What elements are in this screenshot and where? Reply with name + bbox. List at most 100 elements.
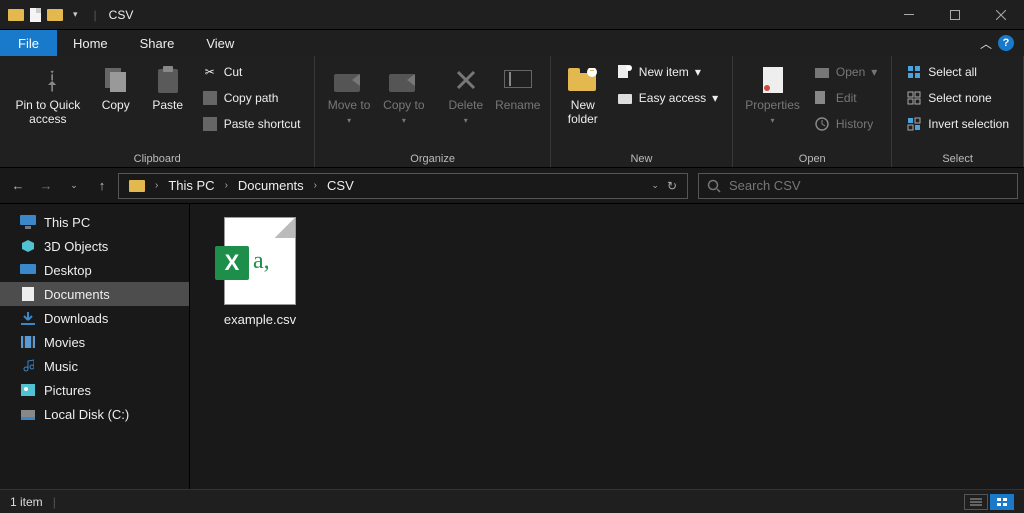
forward-button[interactable]: →: [34, 174, 58, 198]
new-item-button[interactable]: New item ▾: [611, 62, 724, 82]
breadcrumb-this-pc[interactable]: This PC: [162, 178, 220, 193]
breadcrumb-documents[interactable]: Documents: [232, 178, 310, 193]
navigation-bar: ← → ⌄ ↑ › This PC › Documents › CSV ⌄ ↻ …: [0, 168, 1024, 204]
minimize-button[interactable]: [886, 0, 932, 30]
sidebar-item-3d-objects[interactable]: 3D Objects: [0, 234, 189, 258]
breadcrumb-csv[interactable]: CSV: [321, 178, 360, 193]
new-folder-icon: [567, 64, 599, 96]
invert-selection-icon: [906, 116, 922, 132]
folder-icon: [8, 9, 24, 21]
history-icon: [814, 116, 830, 132]
back-button[interactable]: ←: [6, 174, 30, 198]
history-button[interactable]: History: [808, 114, 883, 134]
chevron-right-icon[interactable]: ›: [153, 180, 160, 191]
properties-icon: [757, 64, 789, 96]
open-button[interactable]: Open ▾: [808, 62, 883, 82]
move-to-button[interactable]: Move to ▾: [321, 60, 376, 148]
details-view-button[interactable]: [964, 494, 988, 510]
sidebar-item-desktop[interactable]: Desktop: [0, 258, 189, 282]
main-area: This PC 3D Objects Desktop Documents Dow…: [0, 204, 1024, 489]
paste-icon: [152, 64, 184, 96]
collapse-ribbon-icon[interactable]: ︿: [980, 35, 992, 52]
breadcrumb-folder-icon: [123, 180, 151, 192]
refresh-button[interactable]: ↻: [667, 179, 677, 193]
pin-icon: [32, 64, 64, 96]
sidebar-item-music[interactable]: Music: [0, 354, 189, 378]
group-new: New folder New item ▾ Easy access ▾: [551, 56, 733, 167]
chevron-right-icon[interactable]: ›: [223, 180, 230, 191]
status-bar: 1 item |: [0, 489, 1024, 513]
edit-icon: [814, 90, 830, 106]
chevron-right-icon[interactable]: ›: [312, 180, 319, 191]
paste-shortcut-button[interactable]: Paste shortcut: [196, 114, 307, 134]
edit-button[interactable]: Edit: [808, 88, 883, 108]
tab-home[interactable]: Home: [57, 30, 124, 56]
copy-path-button[interactable]: Copy path: [196, 88, 307, 108]
up-button[interactable]: ↑: [90, 174, 114, 198]
copy-path-icon: [202, 90, 218, 106]
sidebar-item-this-pc[interactable]: This PC: [0, 210, 189, 234]
copy-button[interactable]: Copy: [90, 60, 142, 148]
group-organize: Move to ▾ Copy to ▾ Delete▾ Rename: [315, 56, 550, 167]
move-to-icon: [333, 64, 365, 96]
sidebar-item-downloads[interactable]: Downloads: [0, 306, 189, 330]
open-icon: [814, 64, 830, 80]
tab-share[interactable]: Share: [124, 30, 191, 56]
document-icon: [30, 8, 41, 22]
scissors-icon: ✂: [202, 64, 218, 80]
close-button[interactable]: [978, 0, 1024, 30]
paste-shortcut-icon: [202, 116, 218, 132]
rename-button[interactable]: Rename: [492, 60, 544, 148]
copy-to-button[interactable]: Copy to ▾: [377, 60, 431, 148]
group-select: Select all Select none Invert selection …: [892, 56, 1024, 167]
properties-button[interactable]: Properties▾: [739, 60, 806, 148]
group-open: Properties▾ Open ▾ Edit: [733, 56, 892, 167]
select-all-icon: [906, 64, 922, 80]
tab-view[interactable]: View: [190, 30, 250, 56]
content-pane[interactable]: X a, example.csv: [190, 204, 1024, 489]
search-input[interactable]: Search CSV: [698, 173, 1018, 199]
item-count: 1 item: [10, 495, 43, 509]
cut-button[interactable]: ✂ Cut: [196, 62, 307, 82]
sidebar-item-movies[interactable]: Movies: [0, 330, 189, 354]
delete-button[interactable]: Delete▾: [440, 60, 492, 148]
search-placeholder: Search CSV: [729, 178, 801, 193]
address-history-dropdown[interactable]: ⌄: [651, 180, 659, 191]
new-item-icon: [617, 64, 633, 80]
easy-access-icon: [617, 90, 633, 106]
documents-icon: [20, 286, 36, 302]
ribbon: Pin to Quick access Copy Paste ✂ Cut: [0, 56, 1024, 168]
new-folder-button[interactable]: New folder: [557, 60, 609, 148]
copy-to-icon: [388, 64, 420, 96]
easy-access-button[interactable]: Easy access ▾: [611, 88, 724, 108]
sidebar-item-documents[interactable]: Documents: [0, 282, 189, 306]
sidebar-item-local-disk[interactable]: Local Disk (C:): [0, 402, 189, 426]
pin-to-quick-access-button[interactable]: Pin to Quick access: [6, 60, 90, 148]
title-bar: ▾ | CSV: [0, 0, 1024, 30]
paste-button[interactable]: Paste: [142, 60, 194, 148]
icons-view-button[interactable]: [990, 494, 1014, 510]
rename-icon: [502, 64, 534, 96]
file-item[interactable]: X a, example.csv: [210, 218, 310, 327]
group-clipboard: Pin to Quick access Copy Paste ✂ Cut: [0, 56, 315, 167]
recent-dropdown[interactable]: ⌄: [62, 174, 86, 198]
file-name: example.csv: [224, 312, 296, 327]
csv-glyph: a,: [253, 248, 270, 275]
maximize-button[interactable]: [932, 0, 978, 30]
ribbon-tabs: File Home Share View ︿ ?: [0, 30, 1024, 56]
qat-dropdown-icon[interactable]: ▾: [69, 9, 82, 20]
excel-icon: X: [215, 246, 249, 280]
help-button[interactable]: ?: [998, 35, 1014, 51]
pictures-icon: [20, 382, 36, 398]
sidebar-item-pictures[interactable]: Pictures: [0, 378, 189, 402]
select-none-button[interactable]: Select none: [900, 88, 1015, 108]
address-bar[interactable]: › This PC › Documents › CSV ⌄ ↻: [118, 173, 688, 199]
disk-icon: [20, 406, 36, 422]
select-all-button[interactable]: Select all: [900, 62, 1015, 82]
desktop-icon: [20, 262, 36, 278]
invert-selection-button[interactable]: Invert selection: [900, 114, 1015, 134]
navigation-pane: This PC 3D Objects Desktop Documents Dow…: [0, 204, 190, 489]
select-none-icon: [906, 90, 922, 106]
tab-file[interactable]: File: [0, 30, 57, 56]
cube-icon: [20, 238, 36, 254]
